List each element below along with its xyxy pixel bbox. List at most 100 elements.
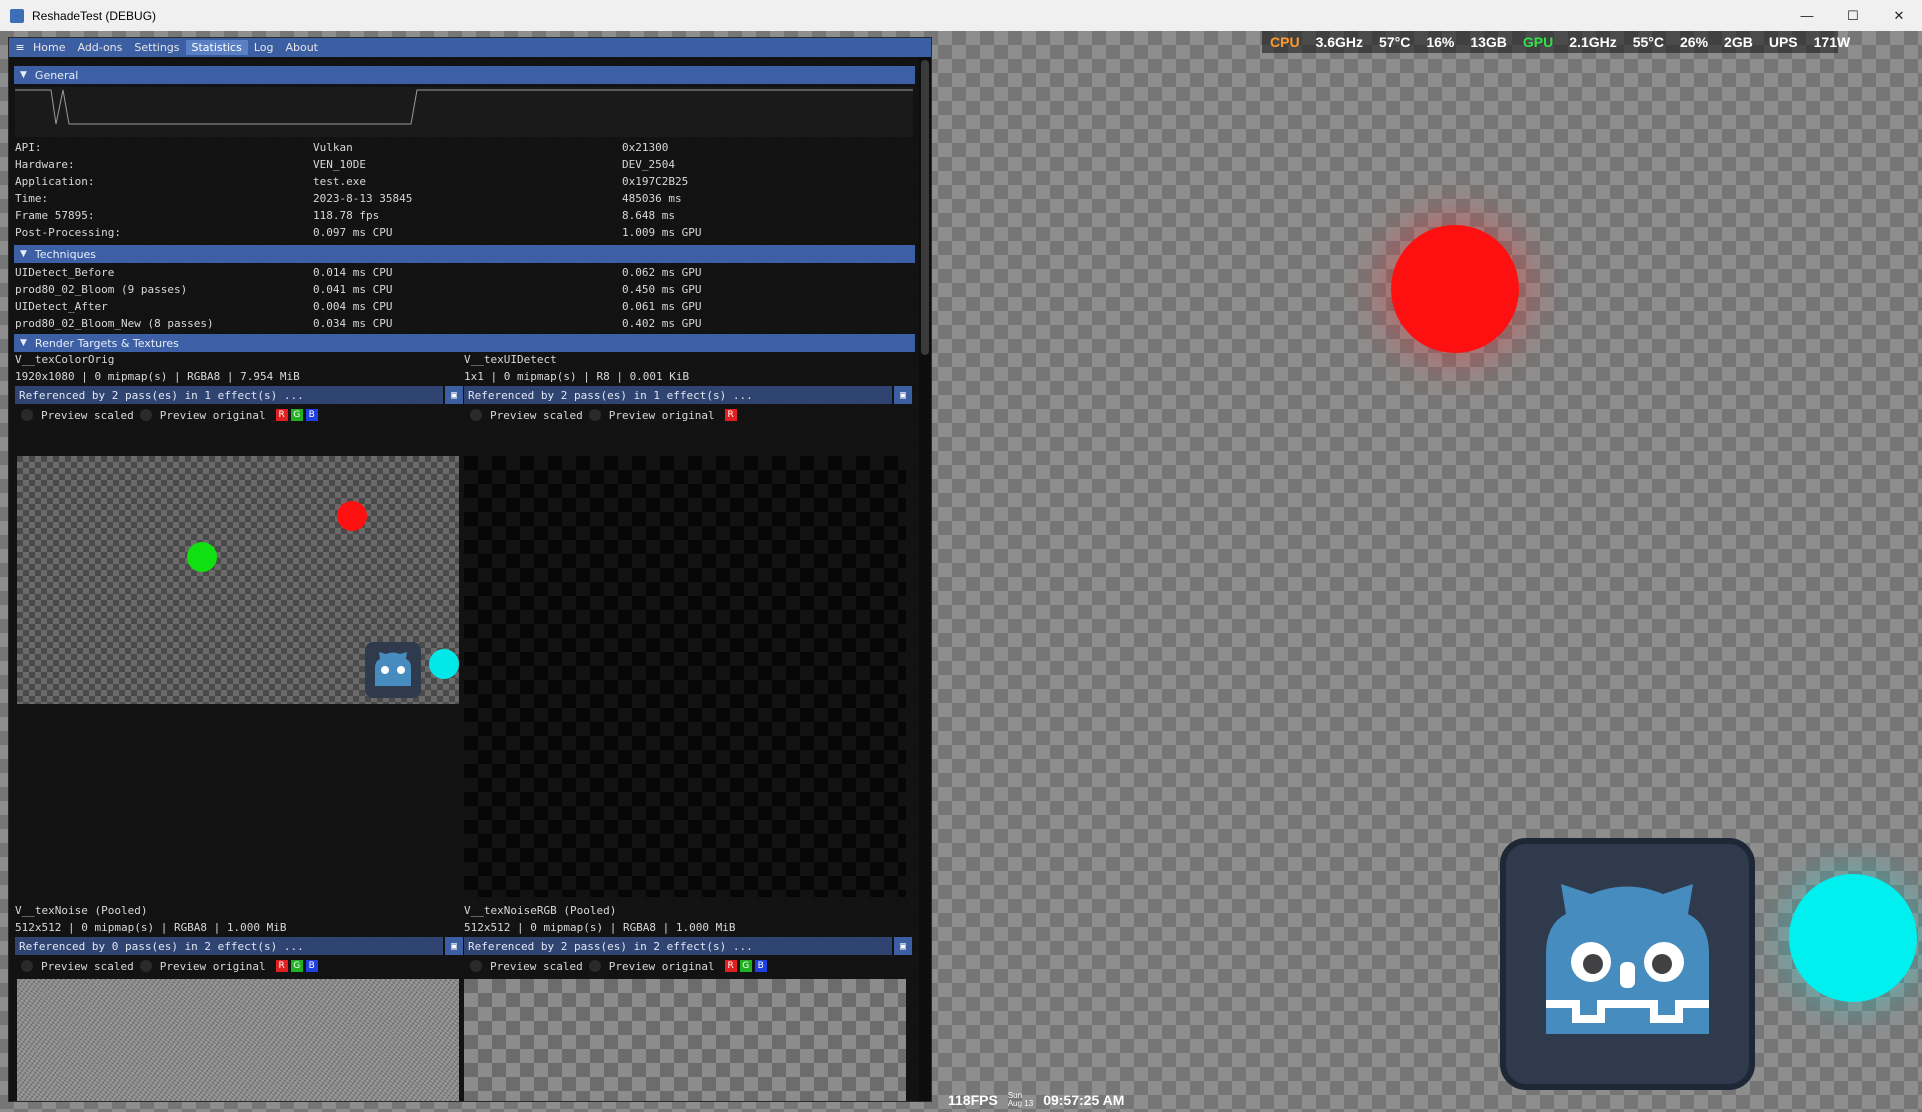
gpu-usage: 26% (1680, 34, 1709, 50)
stat-row: UIDetect_After 0.004 ms CPU 0.061 ms GPU (15, 298, 915, 315)
ups-label: UPS (1768, 34, 1798, 50)
minimize-button[interactable]: — (1784, 0, 1830, 31)
window-titlebar: ReshadeTest (DEBUG) — ☐ ✕ (0, 0, 1922, 31)
texture-references-button[interactable]: Referenced by 0 pass(es) in 2 effect(s) … (15, 937, 443, 955)
stat-row: prod80_02_Bloom (9 passes) 0.041 ms CPU 0.… (15, 281, 915, 298)
stat-row: Application: test.exe 0x197C2B25 (15, 173, 915, 190)
channel-g-toggle[interactable]: G (739, 960, 752, 972)
preview-original-radio[interactable] (588, 960, 601, 972)
save-icon[interactable]: ▣ (445, 937, 463, 955)
stat-value: test.exe (313, 175, 366, 188)
preview-original-label: Preview original (159, 959, 266, 973)
preview-green-circle (187, 542, 217, 572)
stat-row: Frame 57895: 118.78 fps 8.648 ms (15, 207, 915, 224)
channel-r-toggle[interactable]: R (275, 960, 288, 972)
stat-row: Time: 2023-8-13 35845 485036 ms (15, 190, 915, 207)
save-icon[interactable]: ▣ (894, 386, 912, 404)
tab-addons[interactable]: Add-ons (71, 40, 128, 55)
texture-references-button[interactable]: Referenced by 2 pass(es) in 1 effect(s) … (15, 386, 443, 404)
texture-name: V__texNoiseRGB (Pooled) (464, 904, 617, 917)
render-targets-header[interactable]: ▼ Render Targets & Textures (14, 334, 915, 352)
stat-label: Application: (15, 175, 95, 188)
texture-name: V__texColorOrig (15, 353, 115, 366)
collapse-arrow-icon: ▼ (20, 338, 27, 348)
frametime-graph (15, 87, 913, 137)
clock-date: Aug 13 (1007, 1099, 1034, 1108)
preview-scaled-radio[interactable] (21, 409, 33, 421)
channel-b-toggle[interactable]: B (754, 960, 767, 972)
general-header-label: General (34, 68, 79, 82)
texture-info: 512x512 | 0 mipmap(s) | RGBA8 | 1.000 Mi… (15, 921, 287, 934)
channel-r-toggle[interactable]: R (724, 960, 737, 972)
channel-g-toggle[interactable]: G (290, 409, 303, 421)
stat-label: prod80_02_Bloom_New (8 passes) (15, 317, 214, 330)
stat-value: 0x21300 (622, 141, 669, 154)
maximize-button[interactable]: ☐ (1830, 0, 1876, 31)
channel-r-toggle[interactable]: R (724, 409, 737, 421)
texture-references-button[interactable]: Referenced by 2 pass(es) in 1 effect(s) … (464, 386, 892, 404)
save-icon[interactable]: ▣ (894, 937, 912, 955)
collapse-arrow-icon: ▼ (20, 70, 27, 80)
stat-value: 118.78 fps (313, 209, 380, 222)
stat-label: Hardware: (15, 158, 75, 171)
stat-value: 0.402 ms GPU (622, 317, 702, 330)
preview-scaled-radio[interactable] (21, 960, 33, 972)
stat-label: UIDetect_Before (15, 266, 115, 279)
texture-preview-uidetect (464, 456, 906, 897)
scrollbar-thumb[interactable] (921, 60, 929, 355)
general-header[interactable]: ▼ General (14, 66, 915, 84)
preview-scaled-radio[interactable] (470, 960, 482, 972)
stat-label: Time: (15, 192, 49, 205)
cpu-usage: 16% (1426, 34, 1455, 50)
stat-label: prod80_02_Bloom (9 passes) (15, 283, 188, 296)
stat-value: 2023-8-13 35845 (313, 192, 413, 205)
preview-original-label: Preview original (608, 959, 715, 973)
stat-row: prod80_02_Bloom_New (8 passes) 0.034 ms C… (15, 315, 915, 332)
channel-r-toggle[interactable]: R (275, 409, 288, 421)
texture-references-button[interactable]: Referenced by 2 pass(es) in 2 effect(s) … (464, 937, 892, 955)
close-button[interactable]: ✕ (1876, 0, 1922, 31)
save-icon[interactable]: ▣ (445, 386, 463, 404)
preview-original-radio[interactable] (139, 960, 152, 972)
channel-b-toggle[interactable]: B (305, 960, 318, 972)
power-draw: 171W (1813, 34, 1851, 50)
tab-about[interactable]: About (279, 40, 324, 55)
tab-statistics[interactable]: Statistics (185, 40, 248, 55)
tab-home[interactable]: Home (27, 40, 71, 55)
preview-scaled-radio[interactable] (470, 409, 482, 421)
preview-scaled-label: Preview scaled (490, 959, 583, 973)
preview-godot-logo (365, 642, 421, 698)
texture-info: 1x1 | 0 mipmap(s) | R8 | 0.001 KiB (464, 370, 690, 383)
texture-name: V__texUIDetect (464, 353, 557, 366)
preview-options: Preview scaled Preview original R G B (15, 407, 321, 423)
techniques-header[interactable]: ▼ Techniques (14, 245, 915, 263)
menu-icon[interactable]: ≡ (13, 41, 27, 54)
texture-info: 512x512 | 0 mipmap(s) | RGBA8 | 1.000 Mi… (464, 921, 736, 934)
channel-b-toggle[interactable]: B (305, 409, 318, 421)
reshade-menubar: ≡ Home Add-ons Settings Statistics Log A… (9, 38, 931, 57)
preview-original-radio[interactable] (139, 409, 152, 421)
preview-scaled-label: Preview scaled (41, 408, 134, 422)
reshade-overlay: ≡ Home Add-ons Settings Statistics Log A… (8, 37, 932, 1102)
cpu-clock: 3.6GHz (1315, 34, 1364, 50)
vram-usage: 2GB (1724, 34, 1753, 50)
texture-name: V__texNoise (Pooled) (15, 904, 148, 917)
app-icon (10, 8, 24, 23)
preview-options: Preview scaled Preview original R (464, 407, 740, 423)
godot-logo (1500, 838, 1755, 1090)
channel-g-toggle[interactable]: G (290, 960, 303, 972)
stat-value: 485036 ms (622, 192, 682, 205)
stat-row: API: Vulkan 0x21300 (15, 139, 915, 156)
ram-usage: 13GB (1470, 34, 1507, 50)
stat-value: 0.097 ms CPU (313, 226, 393, 239)
preview-original-radio[interactable] (588, 409, 601, 421)
stat-row: UIDetect_Before 0.014 ms CPU 0.062 ms GPU (15, 264, 915, 281)
tab-log[interactable]: Log (248, 40, 280, 55)
stat-value: 0.450 ms GPU (622, 283, 702, 296)
preview-original-label: Preview original (159, 408, 266, 422)
clock-time: 09:57:25 AM (1043, 1092, 1125, 1108)
preview-cyan-circle (429, 649, 459, 679)
preview-original-label: Preview original (608, 408, 715, 422)
preview-scaled-label: Preview scaled (41, 959, 134, 973)
tab-settings[interactable]: Settings (128, 40, 185, 55)
